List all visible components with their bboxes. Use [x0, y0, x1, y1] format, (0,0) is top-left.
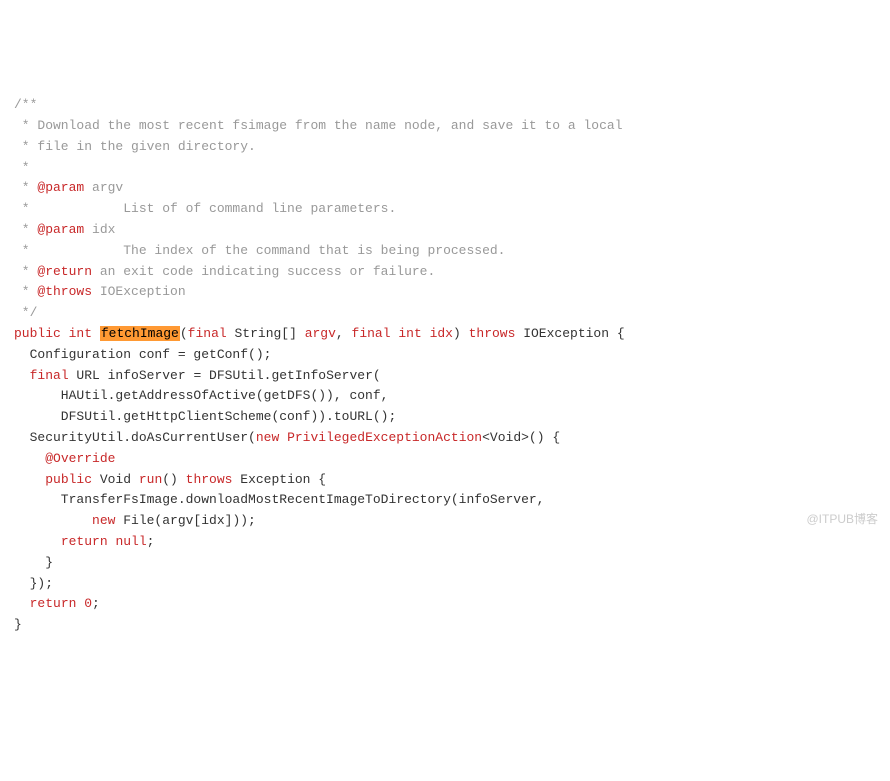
- code-line: return 0;: [14, 594, 876, 615]
- code-line: new File(argv[idx]));: [14, 511, 876, 532]
- code-line: * file in the given directory.: [14, 137, 876, 158]
- highlighted-method: fetchImage: [100, 326, 180, 341]
- code-line: public Void run() throws Exception {: [14, 470, 876, 491]
- code-line: });: [14, 574, 876, 595]
- code-line: public int fetchImage(final String[] arg…: [14, 324, 876, 345]
- code-line: Configuration conf = getConf();: [14, 345, 876, 366]
- code-line: DFSUtil.getHttpClientScheme(conf)).toURL…: [14, 407, 876, 428]
- code-line: final URL infoServer = DFSUtil.getInfoSe…: [14, 366, 876, 387]
- code-line: * @param argv: [14, 178, 876, 199]
- code-line: HAUtil.getAddressOfActive(getDFS()), con…: [14, 386, 876, 407]
- code-line: * @throws IOException: [14, 282, 876, 303]
- code-line: @Override: [14, 449, 876, 470]
- code-line: * List of of command line parameters.: [14, 199, 876, 220]
- watermark-text: @ITPUB博客: [806, 510, 878, 529]
- code-line: * @return an exit code indicating succes…: [14, 262, 876, 283]
- code-line: */: [14, 303, 876, 324]
- code-block: /** * Download the most recent fsimage f…: [14, 95, 876, 636]
- code-line: return null;: [14, 532, 876, 553]
- code-line: TransferFsImage.downloadMostRecentImageT…: [14, 490, 876, 511]
- code-line: *: [14, 158, 876, 179]
- code-line: /**: [14, 95, 876, 116]
- code-line: * Download the most recent fsimage from …: [14, 116, 876, 137]
- code-line: }: [14, 553, 876, 574]
- code-line: * @param idx: [14, 220, 876, 241]
- code-line: * The index of the command that is being…: [14, 241, 876, 262]
- code-line: SecurityUtil.doAsCurrentUser(new Privile…: [14, 428, 876, 449]
- code-line: }: [14, 615, 876, 636]
